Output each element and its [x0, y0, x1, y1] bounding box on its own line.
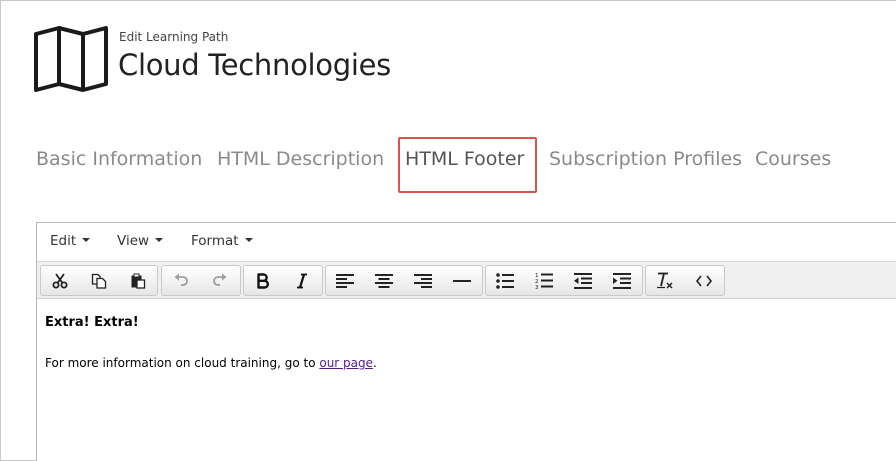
align-left-button[interactable] — [326, 266, 364, 295]
chevron-down-icon — [244, 238, 253, 242]
numbered-list-button[interactable]: 1 2 3 — [525, 266, 563, 295]
clipboard-group — [40, 265, 158, 296]
active-tab-highlight — [398, 137, 537, 193]
undo-icon — [174, 273, 188, 286]
cut-button[interactable] — [41, 266, 79, 295]
text-style-group — [243, 265, 323, 296]
outdent-button[interactable] — [564, 266, 602, 295]
our-page-link[interactable]: our page — [319, 356, 373, 370]
editor-toolbar: 1 2 3 — [37, 261, 896, 299]
menu-edit[interactable]: Edit — [50, 233, 91, 249]
undo-button[interactable] — [162, 266, 200, 295]
menu-format-label: Format — [191, 233, 239, 249]
menu-view[interactable]: View — [117, 233, 164, 249]
copy-icon — [91, 273, 107, 289]
menu-format[interactable]: Format — [191, 233, 253, 249]
italic-button[interactable] — [283, 266, 321, 295]
bullet-list-icon — [496, 272, 514, 289]
copy-button[interactable] — [80, 266, 118, 295]
align-center-button[interactable] — [365, 266, 403, 295]
misc-group — [645, 265, 725, 296]
tab-basic-information[interactable]: Basic Information — [36, 148, 202, 170]
tab-html-description[interactable]: HTML Description — [217, 148, 384, 170]
menu-view-label: View — [117, 233, 150, 249]
redo-button[interactable] — [201, 266, 239, 295]
indent-button[interactable] — [603, 266, 641, 295]
align-center-icon — [375, 273, 393, 288]
page-title: Cloud Technologies — [118, 48, 391, 82]
clear-formatting-button[interactable] — [646, 266, 684, 295]
map-book-icon — [34, 26, 108, 92]
tab-subscription-profiles[interactable]: Subscription Profiles — [549, 148, 742, 170]
history-group — [161, 265, 241, 296]
list-group: 1 2 3 — [485, 265, 643, 296]
editor-menubar: Edit View Format — [37, 223, 896, 261]
align-left-icon — [336, 273, 354, 288]
bold-icon — [257, 272, 269, 289]
paste-icon — [131, 273, 146, 289]
content-headline: Extra! Extra! — [45, 315, 139, 330]
paste-button[interactable] — [119, 266, 157, 295]
indent-icon — [613, 272, 631, 289]
svg-text:3: 3 — [535, 285, 539, 289]
bullet-list-button[interactable] — [486, 266, 524, 295]
editor-content-area[interactable]: Extra! Extra! For more information on cl… — [45, 315, 377, 370]
tab-courses[interactable]: Courses — [755, 148, 831, 170]
paragraph-end: . — [373, 356, 377, 370]
page-subtitle: Edit Learning Path — [119, 30, 229, 44]
align-right-icon — [414, 273, 432, 288]
clear-formatting-icon — [657, 272, 673, 289]
numbered-list-icon: 1 2 3 — [535, 273, 553, 289]
cut-icon — [52, 272, 68, 288]
chevron-down-icon — [155, 238, 164, 242]
redo-icon — [213, 273, 227, 286]
source-code-button[interactable] — [685, 266, 723, 295]
paragraph-text: For more information on cloud training, … — [45, 356, 320, 370]
bold-button[interactable] — [244, 266, 282, 295]
horizontal-rule-icon — [453, 279, 471, 282]
menu-edit-label: Edit — [50, 233, 77, 249]
outdent-icon — [574, 272, 592, 289]
source-code-icon — [696, 275, 712, 286]
italic-icon — [297, 273, 307, 288]
align-right-button[interactable] — [404, 266, 442, 295]
chevron-down-icon — [82, 238, 91, 242]
rich-text-editor: Edit View Format 1 2 3 Extra! Extra! For… — [36, 222, 896, 461]
horizontal-rule-button[interactable] — [443, 266, 481, 295]
content-paragraph: For more information on cloud training, … — [45, 356, 377, 370]
alignment-group — [325, 265, 483, 296]
